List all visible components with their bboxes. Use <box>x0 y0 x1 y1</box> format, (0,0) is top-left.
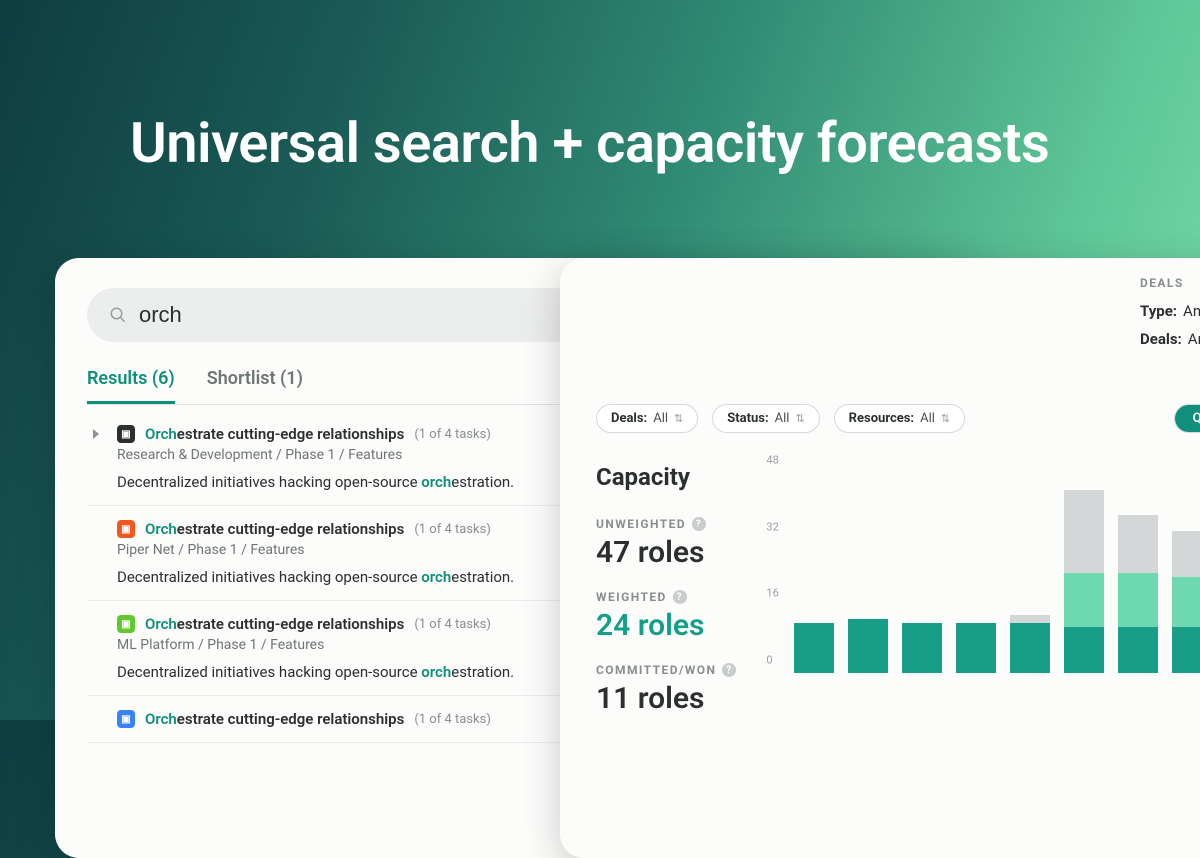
deals-type-row[interactable]: Type: Any ⇅ <box>1140 302 1200 320</box>
result-title: Orchestrate cutting-edge relationships <box>145 615 404 633</box>
expand-icon[interactable] <box>93 429 99 439</box>
metric-committed-label: Committed/Won ? <box>596 663 736 677</box>
sort-icon: ⇅ <box>795 413 804 424</box>
help-icon[interactable]: ? <box>673 590 687 604</box>
tab-results[interactable]: Results (6) <box>87 368 175 404</box>
result-tasks: (1 of 4 tasks) <box>414 617 491 632</box>
result-title: Orchestrate cutting-edge relationships <box>145 425 404 443</box>
deals-type-value: Any <box>1183 302 1200 320</box>
bar-segment <box>1064 627 1104 673</box>
y-tick: 32 <box>766 520 778 533</box>
bars-group <box>794 463 1200 673</box>
app-badge-icon: ▣ <box>117 710 135 728</box>
filter-resources[interactable]: Resources: All ⇅ <box>834 404 965 433</box>
y-tick: 16 <box>766 587 778 600</box>
app-badge-icon: ▣ <box>117 520 135 538</box>
deals-type-label: Type: <box>1140 302 1177 320</box>
y-tick: 0 <box>766 654 772 667</box>
bar-segment <box>1010 623 1050 673</box>
filter-row: Deals: All ⇅ Status: All ⇅ Resources: Al… <box>596 404 1200 433</box>
bar-segment <box>848 619 888 673</box>
bar-segment <box>1118 515 1158 573</box>
deals-deals-row[interactable]: Deals: Any ⇅ <box>1140 330 1200 348</box>
metric-weighted-value: 24 roles <box>596 608 736 643</box>
tab-shortlist[interactable]: Shortlist (1) <box>207 368 303 404</box>
result-tasks: (1 of 4 tasks) <box>414 427 491 442</box>
bar-segment <box>1118 573 1158 627</box>
bar <box>1064 490 1104 673</box>
help-icon[interactable]: ? <box>722 663 736 677</box>
filter-resources-value: All <box>920 411 935 426</box>
bar <box>848 619 888 673</box>
bar-segment <box>1010 615 1050 623</box>
y-tick: 48 <box>766 454 778 467</box>
capacity-panel: Deals Type: Any ⇅ Deals: Any ⇅ Deals: Al… <box>560 258 1200 858</box>
capacity-chart: 0163248 <box>766 463 1200 673</box>
deals-deals-value: Any <box>1188 330 1200 348</box>
filter-deals[interactable]: Deals: All ⇅ <box>596 404 698 433</box>
time-segment: Quarter Half Y <box>1174 404 1200 433</box>
app-badge-icon: ▣ <box>117 615 135 633</box>
bar <box>1010 615 1050 673</box>
help-icon[interactable]: ? <box>692 517 706 531</box>
metric-unweighted-label: Unweighted ? <box>596 517 736 531</box>
bar <box>1118 515 1158 673</box>
capacity-title: Capacity <box>596 463 736 491</box>
bar-segment <box>1118 627 1158 673</box>
deals-sidebar: Deals Type: Any ⇅ Deals: Any ⇅ <box>1140 276 1200 358</box>
bar-segment <box>1172 531 1200 577</box>
sort-icon: ⇅ <box>674 413 683 424</box>
filter-status-label: Status: <box>727 411 768 426</box>
bar <box>902 623 942 673</box>
filter-status-value: All <box>775 411 790 426</box>
result-title: Orchestrate cutting-edge relationships <box>145 520 404 538</box>
bar-segment <box>956 623 996 673</box>
bar-segment <box>1064 490 1104 573</box>
result-title: Orchestrate cutting-edge relationships <box>145 710 404 728</box>
segment-quarter[interactable]: Quarter <box>1175 405 1200 432</box>
bar <box>956 623 996 673</box>
bar-segment <box>1064 573 1104 627</box>
sort-icon: ⇅ <box>941 413 950 424</box>
metric-unweighted-value: 47 roles <box>596 535 736 570</box>
capacity-metrics: Capacity Unweighted ? 47 roles Weighted … <box>596 463 736 736</box>
deals-deals-label: Deals: <box>1140 330 1182 348</box>
filter-deals-label: Deals: <box>611 411 647 426</box>
bar-segment <box>902 623 942 673</box>
bar-segment <box>1172 627 1200 673</box>
deals-heading: Deals <box>1140 276 1200 290</box>
app-badge-icon: ▣ <box>117 425 135 443</box>
bar <box>1172 531 1200 673</box>
metric-committed-value: 11 roles <box>596 681 736 716</box>
filter-resources-label: Resources: <box>849 411 914 426</box>
hero-title: Universal search + capacity forecasts <box>0 0 1200 176</box>
bar <box>794 623 834 673</box>
result-tasks: (1 of 4 tasks) <box>414 522 491 537</box>
search-icon <box>109 306 127 324</box>
filter-status[interactable]: Status: All ⇅ <box>712 404 819 433</box>
bar-segment <box>1172 577 1200 627</box>
metric-weighted-label: Weighted ? <box>596 590 736 604</box>
bar-segment <box>794 623 834 673</box>
result-tasks: (1 of 4 tasks) <box>414 712 491 727</box>
filter-deals-value: All <box>653 411 668 426</box>
